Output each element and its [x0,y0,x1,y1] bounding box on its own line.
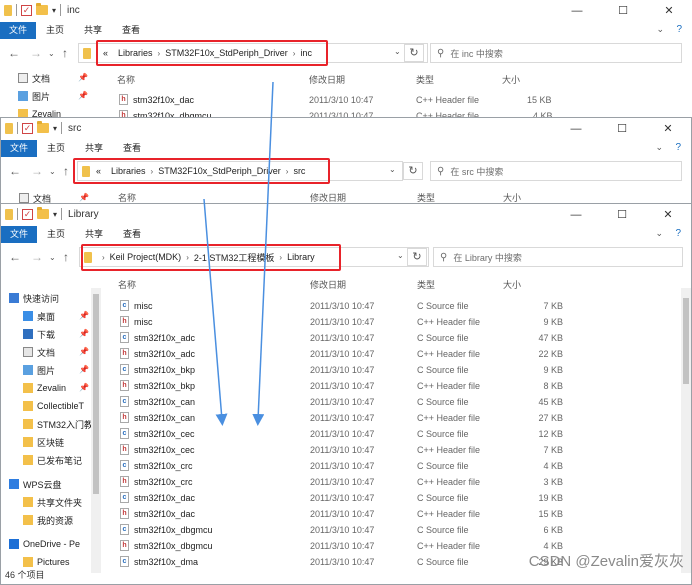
arrow-inc-to-library [252,81,274,426]
annotation-arrows [203,81,274,426]
arrow-src-to-library [203,198,228,426]
